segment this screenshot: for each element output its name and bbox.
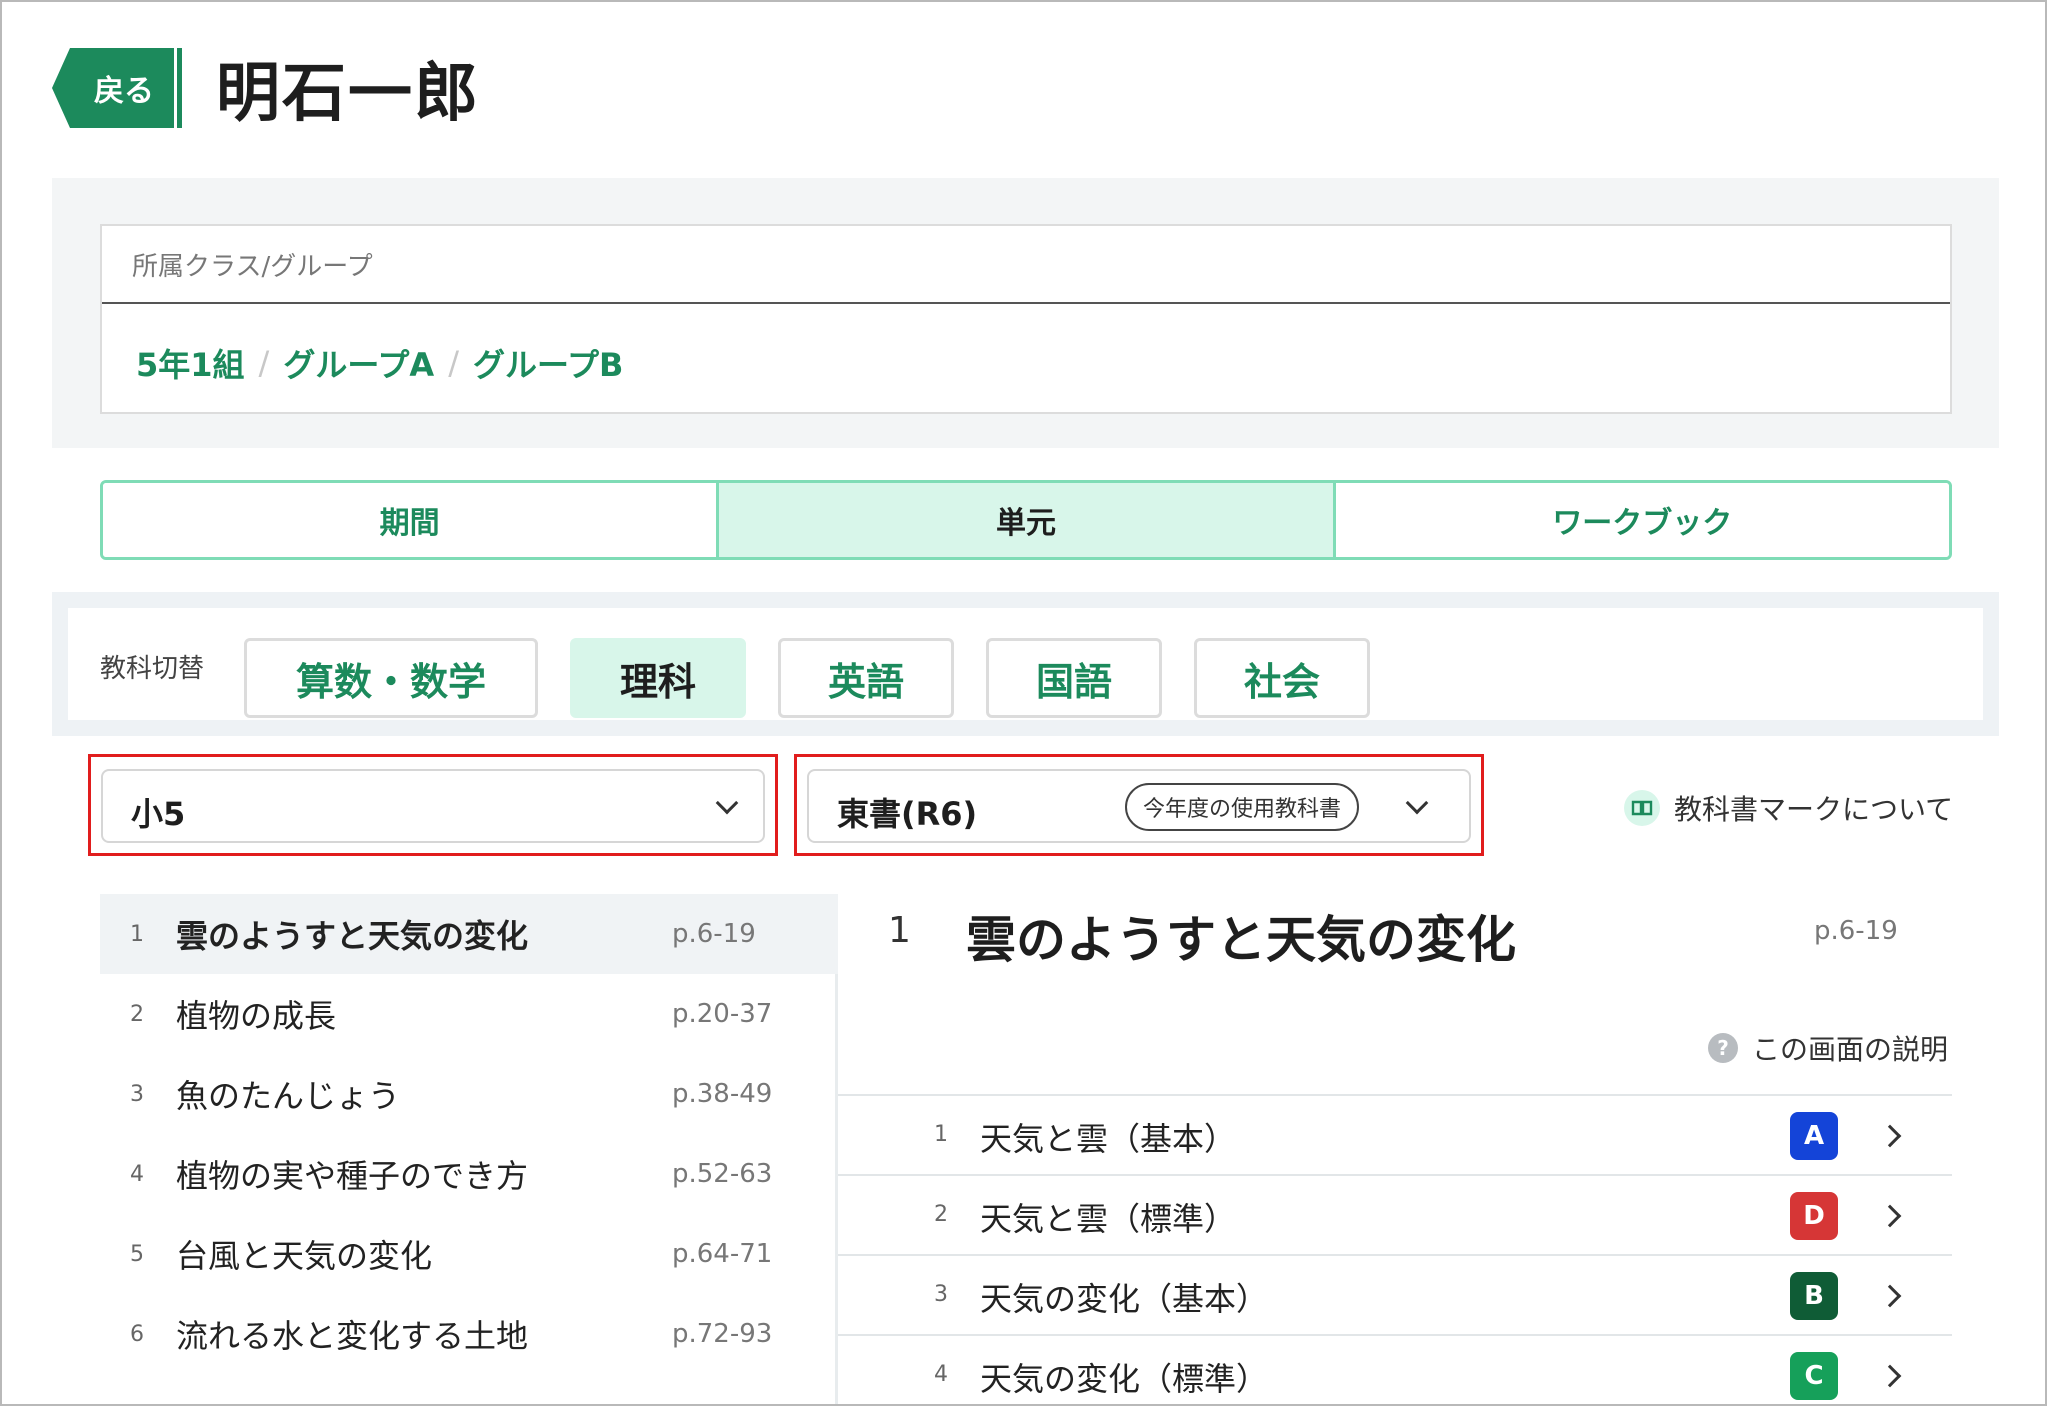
textbook-select[interactable]: 東書(R6) 今年度の使用教科書 — [807, 769, 1471, 843]
subject-switch-panel: 教科切替 算数・数学 理科 英語 国語 社会 — [52, 592, 1999, 736]
level-badge: B — [1790, 1272, 1838, 1320]
chevron-right-icon — [1878, 1284, 1902, 1308]
unit-list: 1 雲のようすと天気の変化 p.6-19 2 植物の成長 p.20-37 3 魚… — [100, 894, 838, 1404]
textbook-mark-label: 教科書マークについて — [1674, 793, 1954, 826]
class-label: 所属クラス/グループ — [132, 252, 373, 282]
unit-pages: p.52-63 — [672, 1159, 773, 1189]
separator: / — [448, 344, 459, 382]
unit-item[interactable]: 5 台風と天気の変化 p.64-71 — [100, 1214, 838, 1294]
unit-item[interactable]: 6 流れる水と変化する土地 p.72-93 — [100, 1294, 838, 1374]
tab-workbook[interactable]: ワークブック — [1332, 483, 1949, 557]
unit-pages: p.6-19 — [672, 919, 756, 949]
book-icon — [1624, 790, 1660, 826]
lesson-row[interactable]: 3 天気の変化（基本） B — [838, 1254, 1952, 1334]
unit-number: 2 — [130, 1001, 144, 1027]
subject-japanese-button[interactable]: 国語 — [986, 638, 1162, 718]
group-link[interactable]: グループB — [473, 340, 623, 386]
lesson-number: 1 — [934, 1122, 948, 1147]
back-button[interactable]: 戻る — [52, 48, 180, 128]
textbook-mark-link[interactable]: 教科書マークについて — [1624, 788, 1953, 828]
chevron-right-icon — [1878, 1364, 1902, 1388]
lesson-number: 4 — [934, 1362, 948, 1387]
back-button-label: 戻る — [94, 74, 154, 109]
unit-number: 5 — [130, 1241, 144, 1267]
chevron-down-icon — [1405, 791, 1429, 815]
lesson-row[interactable]: 2 天気と雲（標準） D — [838, 1174, 1952, 1254]
current-textbook-badge: 今年度の使用教科書 — [1125, 783, 1360, 831]
class-values: 5年1組 / グループA / グループB — [136, 340, 623, 386]
level-badge: A — [1790, 1112, 1838, 1160]
unit-item[interactable]: 4 植物の実や種子のでき方 p.52-63 — [100, 1134, 838, 1214]
lesson-number: 2 — [934, 1202, 948, 1227]
tab-unit[interactable]: 単元 — [716, 483, 1333, 557]
lesson-title: 天気の変化（基本） — [980, 1280, 1269, 1318]
unit-number: 1 — [130, 921, 144, 947]
lesson-title: 天気と雲（標準） — [980, 1200, 1237, 1238]
unit-number: 3 — [130, 1081, 144, 1107]
lesson-row[interactable]: 4 天気の変化（標準） C — [838, 1334, 1952, 1404]
unit-pages: p.20-37 — [672, 999, 773, 1029]
class-link[interactable]: 5年1組 — [136, 340, 245, 386]
level-badge: D — [1790, 1192, 1838, 1240]
lesson-title: 天気の変化（標準） — [980, 1360, 1269, 1398]
lesson-row[interactable]: 1 天気と雲（基本） A — [838, 1094, 1952, 1174]
detail-unit-pages: p.6-19 — [1814, 916, 1898, 946]
unit-pages: p.64-71 — [672, 1239, 773, 1269]
chevron-right-icon — [1878, 1204, 1902, 1228]
tab-period[interactable]: 期間 — [103, 483, 717, 557]
divider — [102, 302, 1950, 304]
textbook-select-highlight: 東書(R6) 今年度の使用教科書 — [794, 754, 1484, 856]
unit-item[interactable]: 1 雲のようすと天気の変化 p.6-19 — [100, 894, 838, 974]
subject-social-button[interactable]: 社会 — [1194, 638, 1370, 718]
unit-item[interactable]: 2 植物の成長 p.20-37 — [100, 974, 838, 1054]
unit-title: 雲のようすと天気の変化 — [176, 917, 529, 955]
unit-title: 台風と天気の変化 — [176, 1237, 433, 1275]
group-link[interactable]: グループA — [283, 340, 434, 386]
unit-title: 植物の成長 — [176, 997, 337, 1035]
question-icon: ? — [1708, 1033, 1738, 1063]
back-button-edge — [174, 48, 182, 128]
unit-number: 6 — [130, 1321, 144, 1347]
subject-math-button[interactable]: 算数・数学 — [244, 638, 538, 718]
subject-science-button[interactable]: 理科 — [570, 638, 746, 718]
subject-switch-label: 教科切替 — [100, 654, 205, 684]
detail-unit-number: 1 — [888, 910, 911, 951]
book-icon-glyph — [1631, 800, 1653, 816]
unit-number: 4 — [130, 1161, 144, 1187]
screen-help-label: この画面の説明 — [1752, 1033, 1949, 1066]
screen-help-link[interactable]: ? この画面の説明 — [1708, 1028, 1948, 1068]
unit-title: 魚のたんじょう — [176, 1077, 401, 1115]
detail-unit-title: 雲のようすと天気の変化 — [966, 911, 1516, 969]
chevron-down-icon — [715, 791, 739, 815]
class-card: 所属クラス/グループ 5年1組 / グループA / グループB — [100, 224, 1952, 414]
grade-select-value: 小5 — [131, 795, 186, 833]
unit-item[interactable]: 3 魚のたんじょう p.38-49 — [100, 1054, 838, 1134]
page-title: 明石一郎 — [216, 57, 480, 131]
unit-pages: p.38-49 — [672, 1079, 773, 1109]
grade-select[interactable]: 小5 — [101, 769, 765, 843]
grade-select-highlight: 小5 — [88, 754, 778, 856]
subject-switch: 教科切替 算数・数学 理科 英語 国語 社会 — [68, 608, 1983, 720]
class-panel: 所属クラス/グループ 5年1組 / グループA / グループB — [52, 178, 1999, 448]
unit-title: 植物の実や種子のでき方 — [176, 1157, 529, 1195]
separator: / — [258, 344, 270, 382]
lesson-title: 天気と雲（基本） — [980, 1120, 1237, 1158]
mode-tabs: 期間 単元 ワークブック — [100, 480, 1952, 560]
textbook-select-value: 東書(R6) — [837, 795, 978, 833]
unit-pages: p.72-93 — [672, 1319, 773, 1349]
unit-detail: 1 雲のようすと天気の変化 p.6-19 ? この画面の説明 1 天気と雲（基本… — [838, 894, 1952, 1404]
level-badge: C — [1790, 1352, 1838, 1400]
app-frame: 戻る 明石一郎 所属クラス/グループ 5年1組 / グループA / グループB … — [0, 0, 2047, 1406]
unit-title: 流れる水と変化する土地 — [176, 1317, 529, 1355]
lesson-number: 3 — [934, 1282, 948, 1307]
subject-english-button[interactable]: 英語 — [778, 638, 954, 718]
chevron-right-icon — [1878, 1124, 1902, 1148]
